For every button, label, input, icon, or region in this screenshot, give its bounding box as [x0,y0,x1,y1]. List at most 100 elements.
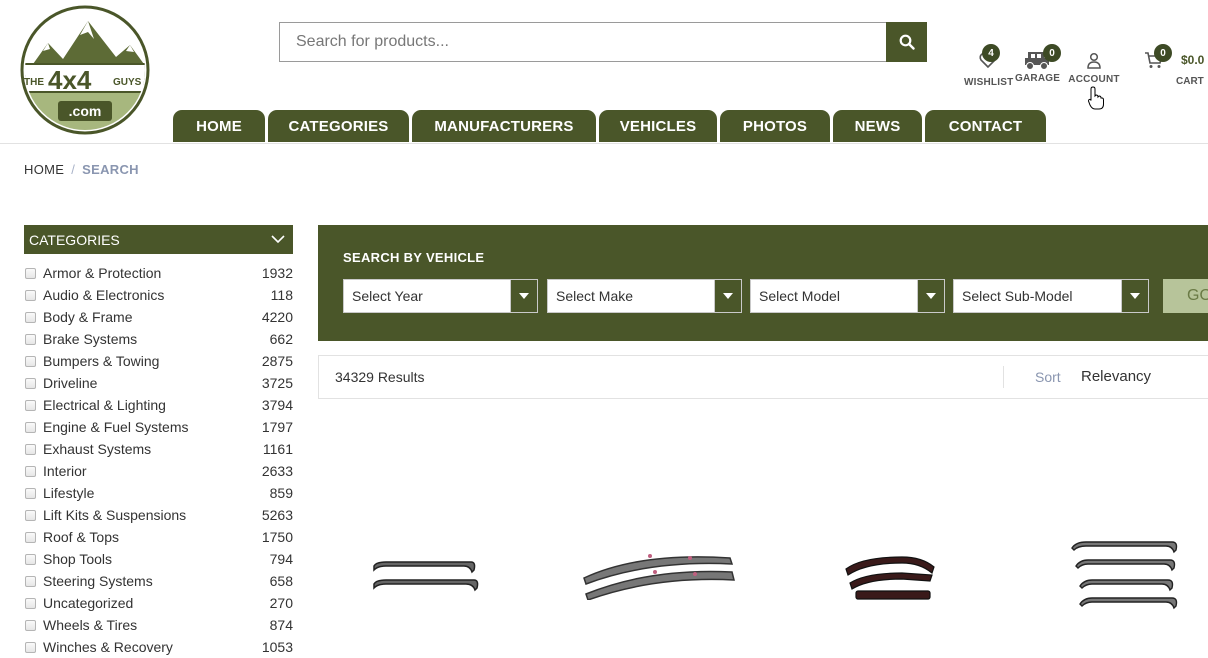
category-count: 4220 [261,309,293,325]
category-name: Exhaust Systems [43,441,152,457]
select-model-arrow [917,280,944,312]
logo-text-domain: .com [69,103,102,119]
product-image-3[interactable] [842,553,942,603]
select-make-arrow [714,280,741,312]
select-model[interactable]: Select Model [750,279,945,313]
category-checkbox[interactable] [25,289,36,301]
logo-text-the: THE [24,77,44,88]
header-icons: 4 WISHLIST 0 GARAGE ACCOUNT 0 $0.0 CART [960,44,1208,110]
categories-header[interactable]: CATEGORIES [24,225,293,254]
category-count: 1053 [261,639,293,655]
category-checkbox[interactable] [25,641,36,653]
category-checkbox[interactable] [25,465,36,477]
category-item[interactable]: Body & Frame 4220 [24,306,293,328]
category-item[interactable]: Electrical & Lighting 3794 [24,394,293,416]
category-item[interactable]: Winches & Recovery 1053 [24,636,293,658]
nav-news[interactable]: NEWS [833,110,922,142]
category-item[interactable]: Audio & Electronics 118 [24,284,293,306]
category-item[interactable]: Bumpers & Towing 2875 [24,350,293,372]
cart-badge: 0 [1154,44,1172,62]
category-item[interactable]: Lifestyle 859 [24,482,293,504]
account-link[interactable]: ACCOUNT [1068,44,1120,85]
garage-link[interactable]: 0 GARAGE [1015,44,1061,84]
category-checkbox[interactable] [25,399,36,411]
nav-contact[interactable]: CONTACT [925,110,1046,142]
category-checkbox[interactable] [25,267,36,279]
category-item[interactable]: Wheels & Tires 874 [24,614,293,636]
search-icon [899,34,915,50]
category-count: 3725 [261,375,293,391]
product-image-4[interactable] [1066,538,1186,618]
category-name: Audio & Electronics [43,287,165,303]
nav-photos[interactable]: PHOTOS [720,110,830,142]
category-checkbox[interactable] [25,487,36,499]
category-item[interactable]: Armor & Protection 1932 [24,262,293,284]
results-bar: 34329 Results Sort Relevancy [318,355,1208,399]
nav-vehicles[interactable]: VEHICLES [599,110,717,142]
garage-badge: 0 [1043,44,1061,62]
search-button[interactable] [886,22,927,62]
select-year-value: Select Year [352,288,423,304]
select-year-arrow [510,280,537,312]
main-nav: HOME CATEGORIES MANUFACTURERS VEHICLES P… [173,110,1049,142]
select-sub-model-value: Select Sub-Model [962,288,1073,304]
category-name: Uncategorized [43,595,134,611]
category-checkbox[interactable] [25,597,36,609]
user-icon [1087,52,1101,69]
caret-down-icon [1130,293,1140,299]
select-sub-model[interactable]: Select Sub-Model [953,279,1149,313]
category-checkbox[interactable] [25,355,36,367]
category-item[interactable]: Driveline 3725 [24,372,293,394]
select-model-value: Select Model [759,288,840,304]
category-item[interactable]: Shop Tools 794 [24,548,293,570]
select-make-value: Select Make [556,288,634,304]
select-make[interactable]: Select Make [547,279,742,313]
category-item[interactable]: Roof & Tops 1750 [24,526,293,548]
category-count: 2633 [261,463,293,479]
category-checkbox[interactable] [25,553,36,565]
category-checkbox[interactable] [25,443,36,455]
category-list: Armor & Protection 1932 Audio & Electronic… [24,262,293,658]
nav-categories[interactable]: CATEGORIES [268,110,409,142]
category-item[interactable]: Engine & Fuel Systems 1797 [24,416,293,438]
chevron-down-icon [271,235,285,244]
product-image-2[interactable] [580,550,740,600]
go-button[interactable]: GO [1163,279,1208,313]
category-item[interactable]: Steering Systems 658 [24,570,293,592]
category-checkbox[interactable] [25,575,36,587]
category-checkbox[interactable] [25,531,36,543]
category-item[interactable]: Uncategorized 270 [24,592,293,614]
categories-title: CATEGORIES [29,231,120,248]
breadcrumb-home[interactable]: HOME [24,162,64,177]
product-image-1[interactable] [366,558,486,598]
category-checkbox[interactable] [25,421,36,433]
nav-home[interactable]: HOME [173,110,265,142]
cart-total: $0.0 [1181,53,1205,67]
category-item[interactable]: Brake Systems 662 [24,328,293,350]
results-divider [1003,366,1004,388]
wishlist-link[interactable]: 4 WISHLIST [964,44,1013,88]
category-name: Body & Frame [43,309,133,325]
category-checkbox[interactable] [25,619,36,631]
category-checkbox[interactable] [25,333,36,345]
account-label: ACCOUNT [1068,74,1120,85]
sort-select[interactable]: Relevancy [1081,368,1151,385]
category-checkbox[interactable] [25,311,36,323]
category-item[interactable]: Lift Kits & Suspensions 5263 [24,504,293,526]
cart-link[interactable]: 0 [1130,44,1178,74]
nav-manufacturers[interactable]: MANUFACTURERS [412,110,596,142]
logo-text-guys: GUYS [113,77,142,88]
category-name: Driveline [43,375,98,391]
search-input[interactable] [279,22,886,62]
category-count: 859 [269,485,293,501]
category-item[interactable]: Exhaust Systems 1161 [24,438,293,460]
category-item[interactable]: Interior 2633 [24,460,293,482]
category-checkbox[interactable] [25,377,36,389]
category-name: Interior [43,463,87,479]
category-count: 118 [270,287,293,303]
site-logo[interactable]: THE 4x4 GUYS .com [18,5,152,135]
category-count: 5263 [261,507,293,523]
category-checkbox[interactable] [25,509,36,521]
select-year[interactable]: Select Year [343,279,538,313]
vehicle-search-panel: SEARCH BY VEHICLE Select Year Select Mak… [318,225,1208,341]
